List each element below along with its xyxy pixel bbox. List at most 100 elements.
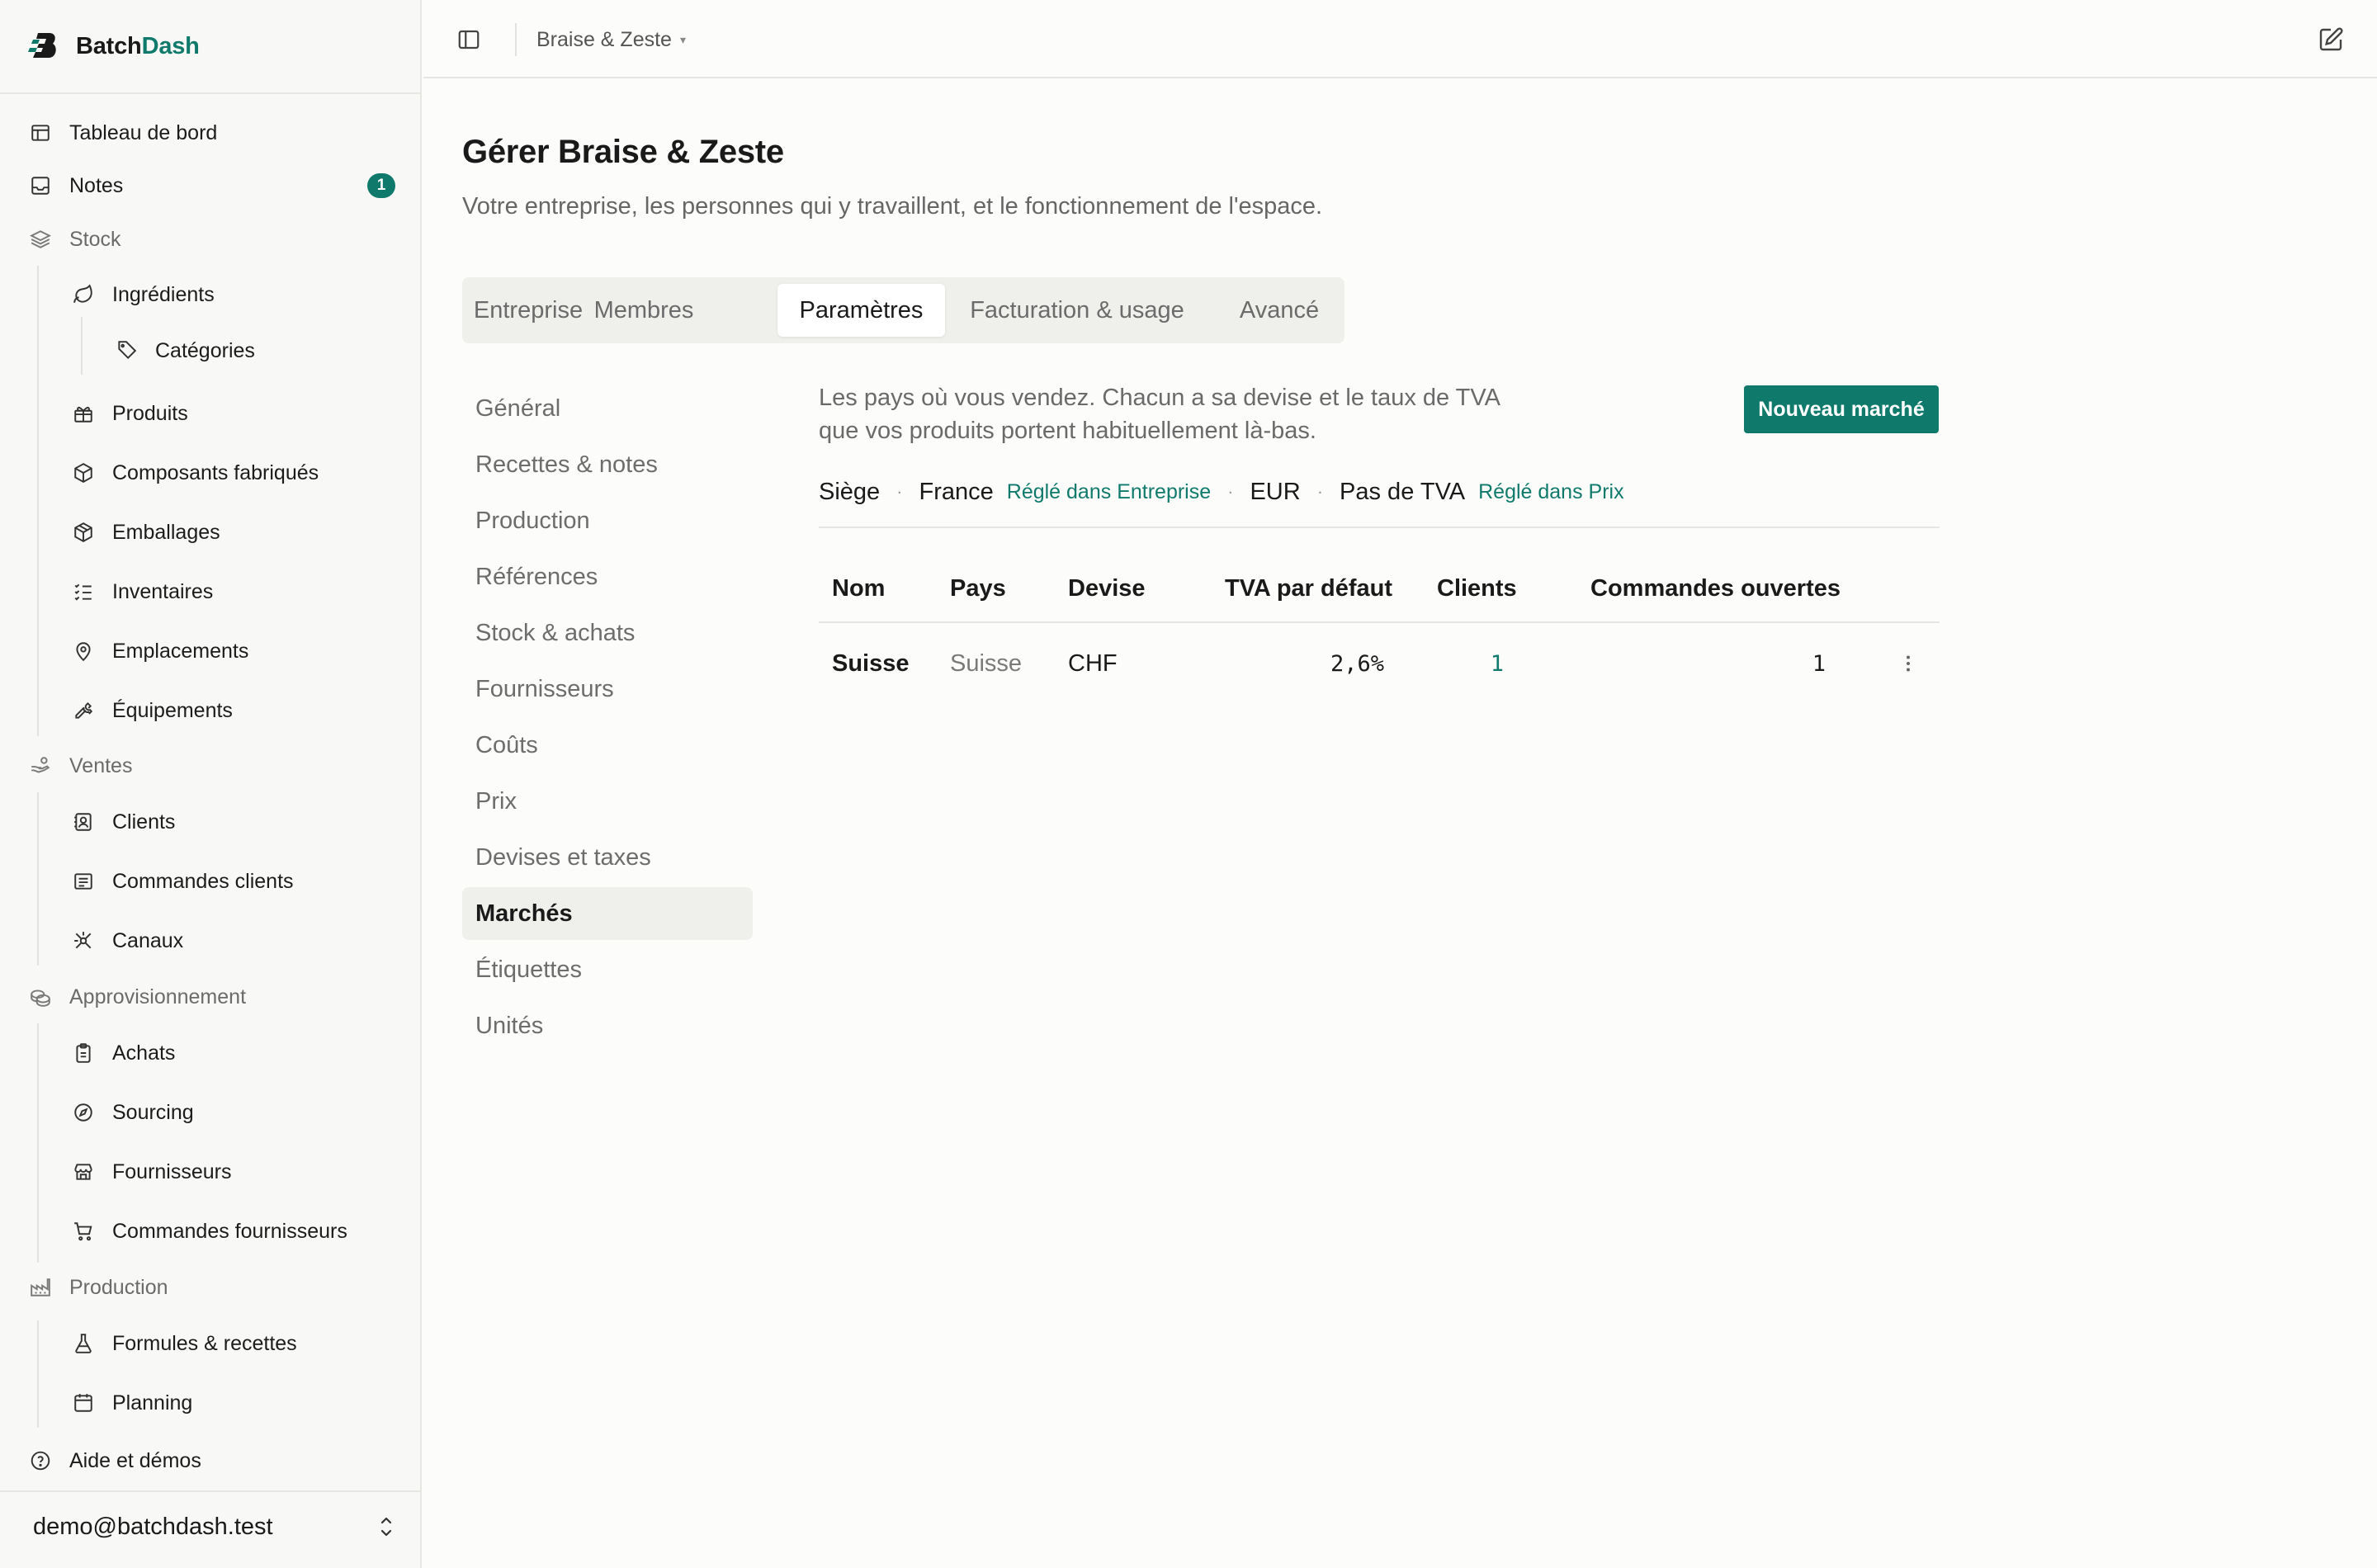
- network-icon: [71, 928, 96, 953]
- subnav-production[interactable]: Production: [462, 494, 753, 547]
- stock-tree-line: [37, 266, 39, 736]
- new-market-button[interactable]: Nouveau marché: [1744, 385, 1939, 433]
- user-menu[interactable]: demo@batchdash.test: [33, 1502, 396, 1551]
- subnav-couts[interactable]: Coûts: [462, 719, 753, 772]
- sidebar-item-composants-fabriques[interactable]: Composants fabriqués: [71, 451, 319, 494]
- sidebar-item-emplacements[interactable]: Emplacements: [71, 630, 248, 673]
- package-icon: [71, 520, 96, 545]
- factory-icon: [28, 1275, 53, 1300]
- sidebar-item-fournisseurs[interactable]: Fournisseurs: [71, 1150, 232, 1193]
- layers-icon: [28, 227, 53, 252]
- market-clients-count[interactable]: 1: [1471, 642, 1504, 685]
- market-country: Suisse: [950, 649, 1023, 677]
- sidebar-item-achats[interactable]: Achats: [71, 1032, 175, 1074]
- hq-country: France: [919, 478, 994, 505]
- subnav-unites[interactable]: Unités: [462, 999, 753, 1052]
- workspace-switcher[interactable]: Braise & Zeste ▾: [536, 25, 686, 54]
- subnav-recettes-notes[interactable]: Recettes & notes: [462, 438, 753, 491]
- subnav-prix[interactable]: Prix: [462, 775, 753, 828]
- sidebar-item-emballages[interactable]: Emballages: [71, 511, 220, 554]
- leaf-icon: [71, 282, 96, 307]
- brand-name: BatchDash: [76, 32, 200, 59]
- hq-vat: Pas de TVA: [1340, 478, 1466, 505]
- tab-facturation-usage[interactable]: Facturation & usage: [957, 284, 1197, 337]
- sidebar-item-notes[interactable]: Notes: [28, 164, 123, 207]
- row-actions-icon[interactable]: [1896, 650, 1921, 677]
- coins-icon: [28, 985, 53, 1009]
- tab-parametres[interactable]: Paramètres: [777, 284, 945, 337]
- settings-tabs: Entreprise Membres Paramètres Facturatio…: [462, 277, 1344, 343]
- tab-avance[interactable]: Avancé: [1222, 284, 1337, 337]
- sidebar-section-approvisionnement[interactable]: Approvisionnement: [28, 975, 246, 1018]
- market-default-vat: 2,6%: [1330, 650, 1384, 677]
- ventes-tree-line: [37, 792, 39, 966]
- subnav-fournisseurs[interactable]: Fournisseurs: [462, 663, 753, 716]
- subnav-general[interactable]: Général: [462, 382, 753, 435]
- table-row[interactable]: Suisse Suisse CHF 2,6% 1 1: [819, 642, 1940, 685]
- sidebar-item-categories[interactable]: Catégories: [114, 329, 255, 372]
- sidebar-item-ingredients[interactable]: Ingrédients: [71, 273, 215, 316]
- checklist-icon: [71, 579, 96, 604]
- table-icon: [28, 120, 53, 145]
- store-icon: [71, 1159, 96, 1184]
- sidebar-section-production[interactable]: Production: [28, 1266, 168, 1309]
- page-title: Gérer Braise & Zeste: [462, 134, 784, 170]
- contact-icon: [71, 810, 96, 834]
- column-header-nom[interactable]: Nom: [832, 568, 885, 609]
- edit-icon[interactable]: [2318, 26, 2344, 53]
- wrench-icon: [71, 698, 96, 723]
- hq-label: Siège: [819, 478, 881, 505]
- separator-dot: ·: [896, 481, 903, 502]
- subnav-etiquettes[interactable]: Étiquettes: [462, 943, 753, 996]
- sidebar-section-ventes[interactable]: Ventes: [28, 744, 132, 787]
- sidebar-item-clients[interactable]: Clients: [71, 801, 175, 843]
- sidebar-item-planning[interactable]: Planning: [71, 1381, 192, 1424]
- sidebar-item-commandes-clients[interactable]: Commandes clients: [71, 860, 294, 903]
- user-email: demo@batchdash.test: [33, 1513, 273, 1540]
- sidebar-item-inventaires[interactable]: Inventaires: [71, 570, 213, 613]
- sidebar-item-sourcing[interactable]: Sourcing: [71, 1091, 194, 1134]
- sidebar-item-tableau-de-bord[interactable]: Tableau de bord: [28, 111, 217, 154]
- column-header-clients[interactable]: Clients: [1437, 568, 1517, 609]
- compass-icon: [71, 1100, 96, 1125]
- tab-entreprise[interactable]: Entreprise: [470, 284, 586, 337]
- subnav-references[interactable]: Références: [462, 550, 753, 603]
- subnav-devises-taxes[interactable]: Devises et taxes: [462, 831, 753, 884]
- caret-down-icon: ▾: [679, 32, 686, 46]
- top-bar-divider: [515, 23, 517, 56]
- sidebar: BatchDash Tableau de bord Notes 1 Stock …: [0, 0, 422, 1568]
- column-header-tva-par-defaut[interactable]: TVA par défaut: [1225, 568, 1392, 609]
- page-subtitle: Votre entreprise, les personnes qui y tr…: [462, 193, 1323, 220]
- market-name[interactable]: Suisse: [832, 642, 910, 685]
- brand[interactable]: BatchDash: [28, 25, 200, 68]
- market-currency: CHF: [1068, 649, 1118, 677]
- hq-country-settings-link[interactable]: Réglé dans Entreprise: [1007, 480, 1211, 504]
- sidebar-item-equipements[interactable]: Équipements: [71, 689, 233, 732]
- appro-tree-line: [37, 1023, 39, 1263]
- notes-count-badge: 1: [367, 173, 395, 198]
- hand-coins-icon: [28, 753, 53, 778]
- hq-currency: EUR: [1250, 478, 1301, 505]
- tag-icon: [114, 338, 139, 363]
- sidebar-item-aide-et-demos[interactable]: Aide et démos: [28, 1439, 201, 1482]
- batchdash-logo-icon: [28, 30, 61, 63]
- column-header-commandes-ouvertes[interactable]: Commandes ouvertes: [1590, 568, 1841, 609]
- sidebar-item-formules-recettes[interactable]: Formules & recettes: [71, 1322, 297, 1365]
- markets-table-header: Nom Pays Devise TVA par défaut Clients C…: [819, 568, 1940, 609]
- sidebar-bottom-divider: [0, 1490, 420, 1492]
- subnav-marches[interactable]: Marchés: [462, 887, 753, 940]
- sidebar-section-stock[interactable]: Stock: [28, 218, 121, 261]
- hq-vat-settings-link[interactable]: Réglé dans Prix: [1478, 480, 1623, 504]
- sidebar-item-commandes-fournisseurs[interactable]: Commandes fournisseurs: [71, 1210, 347, 1253]
- column-header-pays[interactable]: Pays: [950, 568, 1006, 609]
- calendar-icon: [71, 1391, 96, 1415]
- table-header-divider: [819, 621, 1940, 623]
- subnav-stock-achats[interactable]: Stock & achats: [462, 607, 753, 659]
- market-open-orders-count: 1: [1812, 650, 1826, 677]
- sidebar-item-produits[interactable]: Produits: [71, 392, 188, 435]
- workspace-name: Braise & Zeste: [536, 27, 672, 51]
- sidebar-toggle-icon[interactable]: [456, 27, 481, 52]
- column-header-devise[interactable]: Devise: [1068, 568, 1146, 609]
- sidebar-item-canaux[interactable]: Canaux: [71, 919, 183, 962]
- tab-membres[interactable]: Membres: [586, 284, 702, 337]
